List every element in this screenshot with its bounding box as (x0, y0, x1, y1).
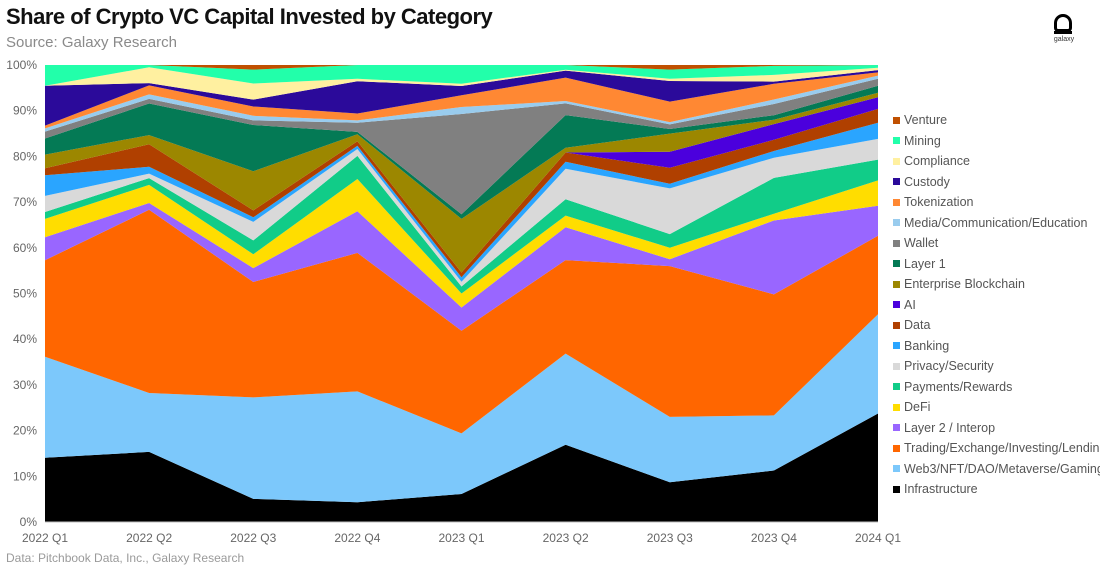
legend-label: Trading/Exchange/Investing/Lending (904, 441, 1100, 456)
x-tick-label: 2023 Q3 (647, 531, 693, 545)
legend-swatch (893, 301, 900, 309)
legend-swatch (893, 383, 900, 391)
legend-item-data: Data (893, 315, 1100, 336)
footer-note: Data: Pitchbook Data, Inc., Galaxy Resea… (6, 551, 245, 565)
legend-label: Compliance (904, 154, 971, 169)
legend-swatch (893, 239, 900, 247)
legend-label: Banking (904, 338, 950, 353)
legend-swatch (893, 219, 900, 227)
x-tick-label: 2022 Q3 (230, 531, 276, 545)
y-tick-label: 30% (13, 378, 37, 392)
legend-item-ai: AI (893, 295, 1100, 316)
y-tick-label: 70% (13, 195, 37, 209)
y-tick-label: 40% (13, 332, 37, 346)
y-tick-label: 50% (13, 287, 37, 301)
legend-swatch (893, 403, 900, 411)
y-tick-label: 100% (6, 58, 37, 72)
legend-swatch (893, 465, 900, 473)
y-tick-label: 90% (13, 104, 37, 118)
legend-swatch (893, 198, 900, 206)
x-tick-label: 2023 Q4 (751, 531, 797, 545)
legend-swatch (893, 280, 900, 288)
legend-label: Custody (904, 174, 950, 189)
legend-item-enterprise-blockchain: Enterprise Blockchain (893, 274, 1100, 295)
y-tick-label: 20% (13, 424, 37, 438)
legend-item-compliance: Compliance (893, 151, 1100, 172)
legend-item-custody: Custody (893, 172, 1100, 193)
legend-label: Layer 1 (904, 256, 946, 271)
legend-item-defi: DeFi (893, 397, 1100, 418)
legend-label: DeFi (904, 400, 931, 415)
legend-swatch (893, 157, 900, 165)
y-tick-label: 80% (13, 149, 37, 163)
legend-swatch (893, 424, 900, 432)
legend-item-privacy-security: Privacy/Security (893, 356, 1100, 377)
x-tick-label: 2022 Q1 (22, 531, 68, 545)
legend-item-tokenization: Tokenization (893, 192, 1100, 213)
legend-label: Tokenization (904, 195, 974, 210)
legend-item-infrastructure: Infrastructure (893, 479, 1100, 500)
x-tick-label: 2023 Q2 (543, 531, 589, 545)
legend-item-mining: Mining (893, 131, 1100, 152)
y-tick-label: 60% (13, 241, 37, 255)
legend-item-media-communication-education: Media/Communication/Education (893, 213, 1100, 234)
legend-label: Infrastructure (904, 482, 978, 497)
legend-item-payments-rewards: Payments/Rewards (893, 377, 1100, 398)
x-tick-label: 2023 Q1 (438, 531, 484, 545)
legend-item-banking: Banking (893, 336, 1100, 357)
legend: Venture Mining Compliance Custody Tokenizati… (893, 110, 1100, 500)
legend-item-layer-2-interop: Layer 2 / Interop (893, 418, 1100, 439)
legend-label: Web3/NFT/DAO/Metaverse/Gaming (904, 461, 1100, 476)
legend-label: Wallet (904, 236, 939, 251)
x-tick-label: 2024 Q1 (855, 531, 901, 545)
legend-label: Layer 2 / Interop (904, 420, 996, 435)
legend-label: Privacy/Security (904, 359, 994, 374)
area-layers (45, 65, 878, 522)
legend-swatch (893, 485, 900, 493)
legend-swatch (893, 178, 900, 186)
legend-swatch (893, 362, 900, 370)
x-tick-label: 2022 Q4 (334, 531, 380, 545)
legend-item-layer-1: Layer 1 (893, 254, 1100, 275)
legend-label: AI (904, 297, 916, 312)
y-tick-label: 10% (13, 469, 37, 483)
legend-label: Payments/Rewards (904, 379, 1013, 394)
x-tick-label: 2022 Q2 (126, 531, 172, 545)
legend-item-venture: Venture (893, 110, 1100, 131)
legend-item-trading-exchange-investing-lending: Trading/Exchange/Investing/Lending (893, 438, 1100, 459)
legend-swatch (893, 342, 900, 350)
legend-label: Media/Communication/Education (904, 215, 1088, 230)
legend-label: Enterprise Blockchain (904, 277, 1025, 292)
legend-swatch (893, 137, 900, 145)
legend-swatch (893, 321, 900, 329)
legend-swatch (893, 444, 900, 452)
legend-swatch (893, 260, 900, 268)
legend-swatch (893, 116, 900, 124)
legend-item-web3-nft-dao-metaverse-gaming: Web3/NFT/DAO/Metaverse/Gaming (893, 459, 1100, 480)
legend-label: Data (904, 318, 931, 333)
legend-label: Venture (904, 113, 948, 128)
legend-label: Mining (904, 133, 941, 148)
legend-item-wallet: Wallet (893, 233, 1100, 254)
y-tick-label: 0% (20, 515, 38, 529)
